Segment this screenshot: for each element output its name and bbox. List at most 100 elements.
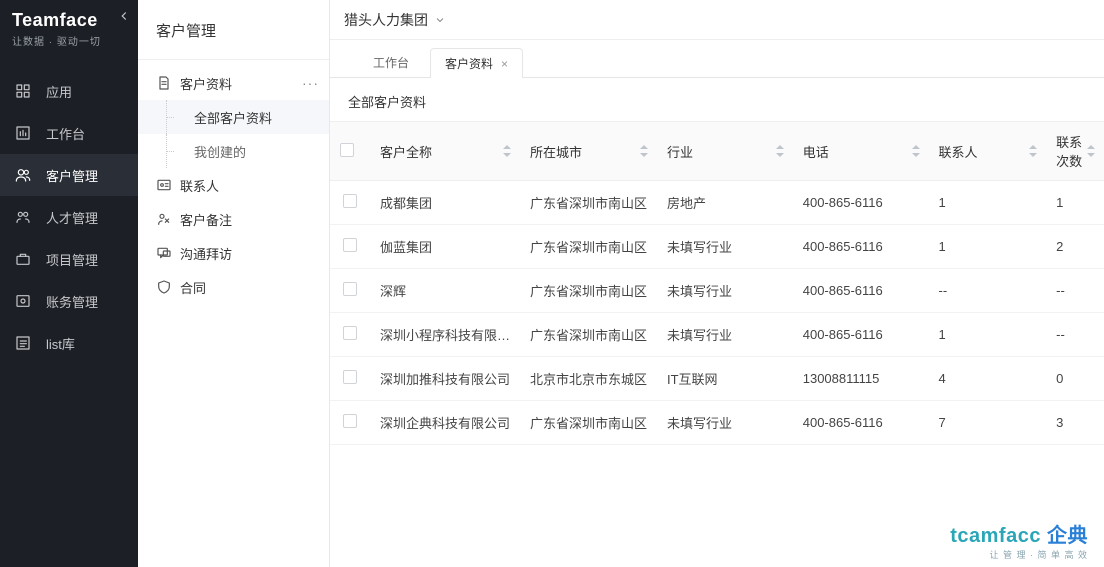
sidebar-dark: Teamface 让数据 · 驱动一切 应用工作台客户管理人才管理项目管理账务管… <box>0 0 138 567</box>
tree-item-2[interactable]: 客户备注 <box>138 202 329 236</box>
footer-brand: tcamfacc 企典 让 管 理 · 简 单 高 效 <box>950 519 1088 561</box>
tree-subitem-0-0[interactable]: 全部客户资料 <box>138 100 329 134</box>
cell-industry: 未填写行业 <box>657 401 793 445</box>
footer-brand-name: tcamfacc <box>950 525 1041 547</box>
row-checkbox-cell <box>330 269 370 313</box>
cell-city: 北京市北京市东城区 <box>520 357 657 401</box>
tab-1[interactable]: 客户资料 × <box>430 48 523 78</box>
sort-icon[interactable] <box>775 144 785 158</box>
cell-phone: 400-865-6116 <box>793 181 929 225</box>
sort-icon[interactable] <box>502 144 512 158</box>
row-checkbox-cell <box>330 313 370 357</box>
tabs: 工作台 客户资料 × <box>330 40 1104 78</box>
brand-subtitle: 让数据 · 驱动一切 <box>12 33 138 48</box>
cell-count: 3 <box>1046 401 1104 445</box>
row-checkbox[interactable] <box>343 414 357 428</box>
select-all-checkbox[interactable] <box>340 143 354 157</box>
cell-phone: 13008811115 <box>793 357 929 401</box>
row-checkbox[interactable] <box>343 238 357 252</box>
chat-icon <box>156 245 172 261</box>
cell-contacts: 1 <box>929 181 1047 225</box>
column-header-label: 联系次数 <box>1056 135 1082 169</box>
sort-icon[interactable] <box>639 144 649 158</box>
org-switcher[interactable]: 猎头人力集团 <box>344 10 446 30</box>
briefcase-icon <box>14 250 32 268</box>
cell-count: -- <box>1046 269 1104 313</box>
grid-icon <box>14 82 32 100</box>
sort-icon[interactable] <box>1028 144 1038 158</box>
tree-item-4[interactable]: 合同 <box>138 270 329 304</box>
cell-name: 深圳加推科技有限公司 <box>370 357 520 401</box>
side-panel: 客户管理 客户资料···全部客户资料我创建的联系人客户备注沟通拜访合同 <box>138 0 330 567</box>
column-header-label: 客户全称 <box>380 145 432 160</box>
column-header-label: 联系人 <box>939 145 978 160</box>
chevron-down-icon <box>434 14 446 26</box>
tree-item-0[interactable]: 客户资料 ··· <box>138 66 329 100</box>
row-checkbox-cell <box>330 401 370 445</box>
cell-city: 广东省深圳市南山区 <box>520 225 657 269</box>
tree-subitem-0-1[interactable]: 我创建的 <box>138 134 329 168</box>
column-header-0[interactable]: 客户全称 <box>370 122 520 181</box>
header-checkbox-cell <box>330 122 370 181</box>
cell-contacts: -- <box>929 269 1047 313</box>
row-checkbox[interactable] <box>343 282 357 296</box>
table-row[interactable]: 深圳加推科技有限公司 北京市北京市东城区 IT互联网 13008811115 4… <box>330 357 1104 401</box>
row-checkbox-cell <box>330 357 370 401</box>
column-header-label: 所在城市 <box>530 145 582 160</box>
column-header-3[interactable]: 电话 <box>793 122 929 181</box>
column-header-2[interactable]: 行业 <box>657 122 793 181</box>
nav-item-4[interactable]: 项目管理 <box>0 238 138 280</box>
cell-industry: 房地产 <box>657 181 793 225</box>
content-title: 全部客户资料 <box>330 78 1104 121</box>
money-icon <box>14 292 32 310</box>
nav-item-5[interactable]: 账务管理 <box>0 280 138 322</box>
cell-industry: 未填写行业 <box>657 269 793 313</box>
nav-item-6[interactable]: list库 <box>0 322 138 364</box>
column-header-5[interactable]: 联系次数 <box>1046 122 1104 181</box>
tree-item-1[interactable]: 联系人 <box>138 168 329 202</box>
nav-item-0[interactable]: 应用 <box>0 70 138 112</box>
nav-item-3[interactable]: 人才管理 <box>0 196 138 238</box>
table-row[interactable]: 深圳企典科技有限公司 广东省深圳市南山区 未填写行业 400-865-6116 … <box>330 401 1104 445</box>
tree-item-label: 沟通拜访 <box>180 244 232 263</box>
shield-icon <box>156 279 172 295</box>
sort-icon[interactable] <box>1086 144 1096 158</box>
row-checkbox[interactable] <box>343 194 357 208</box>
table-row[interactable]: 成都集团 广东省深圳市南山区 房地产 400-865-6116 1 1 <box>330 181 1104 225</box>
column-header-1[interactable]: 所在城市 <box>520 122 657 181</box>
cell-count: 2 <box>1046 225 1104 269</box>
cell-name: 成都集团 <box>370 181 520 225</box>
row-checkbox[interactable] <box>343 370 357 384</box>
tree-item-3[interactable]: 沟通拜访 <box>138 236 329 270</box>
cell-city: 广东省深圳市南山区 <box>520 269 657 313</box>
note-icon <box>156 211 172 227</box>
column-header-label: 电话 <box>803 145 829 160</box>
topbar: 猎头人力集团 <box>330 0 1104 40</box>
cell-count: 1 <box>1046 181 1104 225</box>
cell-contacts: 4 <box>929 357 1047 401</box>
tree-subitem-label: 全部客户资料 <box>194 108 272 127</box>
close-icon[interactable]: × <box>501 57 508 71</box>
tree-item-label: 客户资料 <box>180 74 232 93</box>
tree-item-label: 合同 <box>180 278 206 297</box>
table-row[interactable]: 深圳小程序科技有限… 广东省深圳市南山区 未填写行业 400-865-6116 … <box>330 313 1104 357</box>
row-checkbox[interactable] <box>343 326 357 340</box>
tab-label: 客户资料 <box>445 55 493 72</box>
cell-contacts: 1 <box>929 225 1047 269</box>
tab-0[interactable]: 工作台 <box>358 47 424 77</box>
sort-icon[interactable] <box>911 144 921 158</box>
side-tree: 客户资料 ··· 全部客户资料我创建的联系人客户备注沟通拜访合同 <box>138 60 329 304</box>
cell-city: 广东省深圳市南山区 <box>520 313 657 357</box>
collapse-sidebar-button[interactable] <box>114 6 134 26</box>
cell-city: 广东省深圳市南山区 <box>520 181 657 225</box>
table-row[interactable]: 伽蓝集团 广东省深圳市南山区 未填写行业 400-865-6116 1 2 <box>330 225 1104 269</box>
nav-item-label: 人才管理 <box>46 208 98 227</box>
column-header-4[interactable]: 联系人 <box>929 122 1047 181</box>
table-row[interactable]: 深辉 广东省深圳市南山区 未填写行业 400-865-6116 -- -- <box>330 269 1104 313</box>
footer-brand-accent: 企典 <box>1047 525 1088 547</box>
nav-item-2[interactable]: 客户管理 <box>0 154 138 196</box>
row-checkbox-cell <box>330 181 370 225</box>
more-icon[interactable]: ··· <box>302 75 319 91</box>
cell-contacts: 1 <box>929 313 1047 357</box>
nav-item-1[interactable]: 工作台 <box>0 112 138 154</box>
